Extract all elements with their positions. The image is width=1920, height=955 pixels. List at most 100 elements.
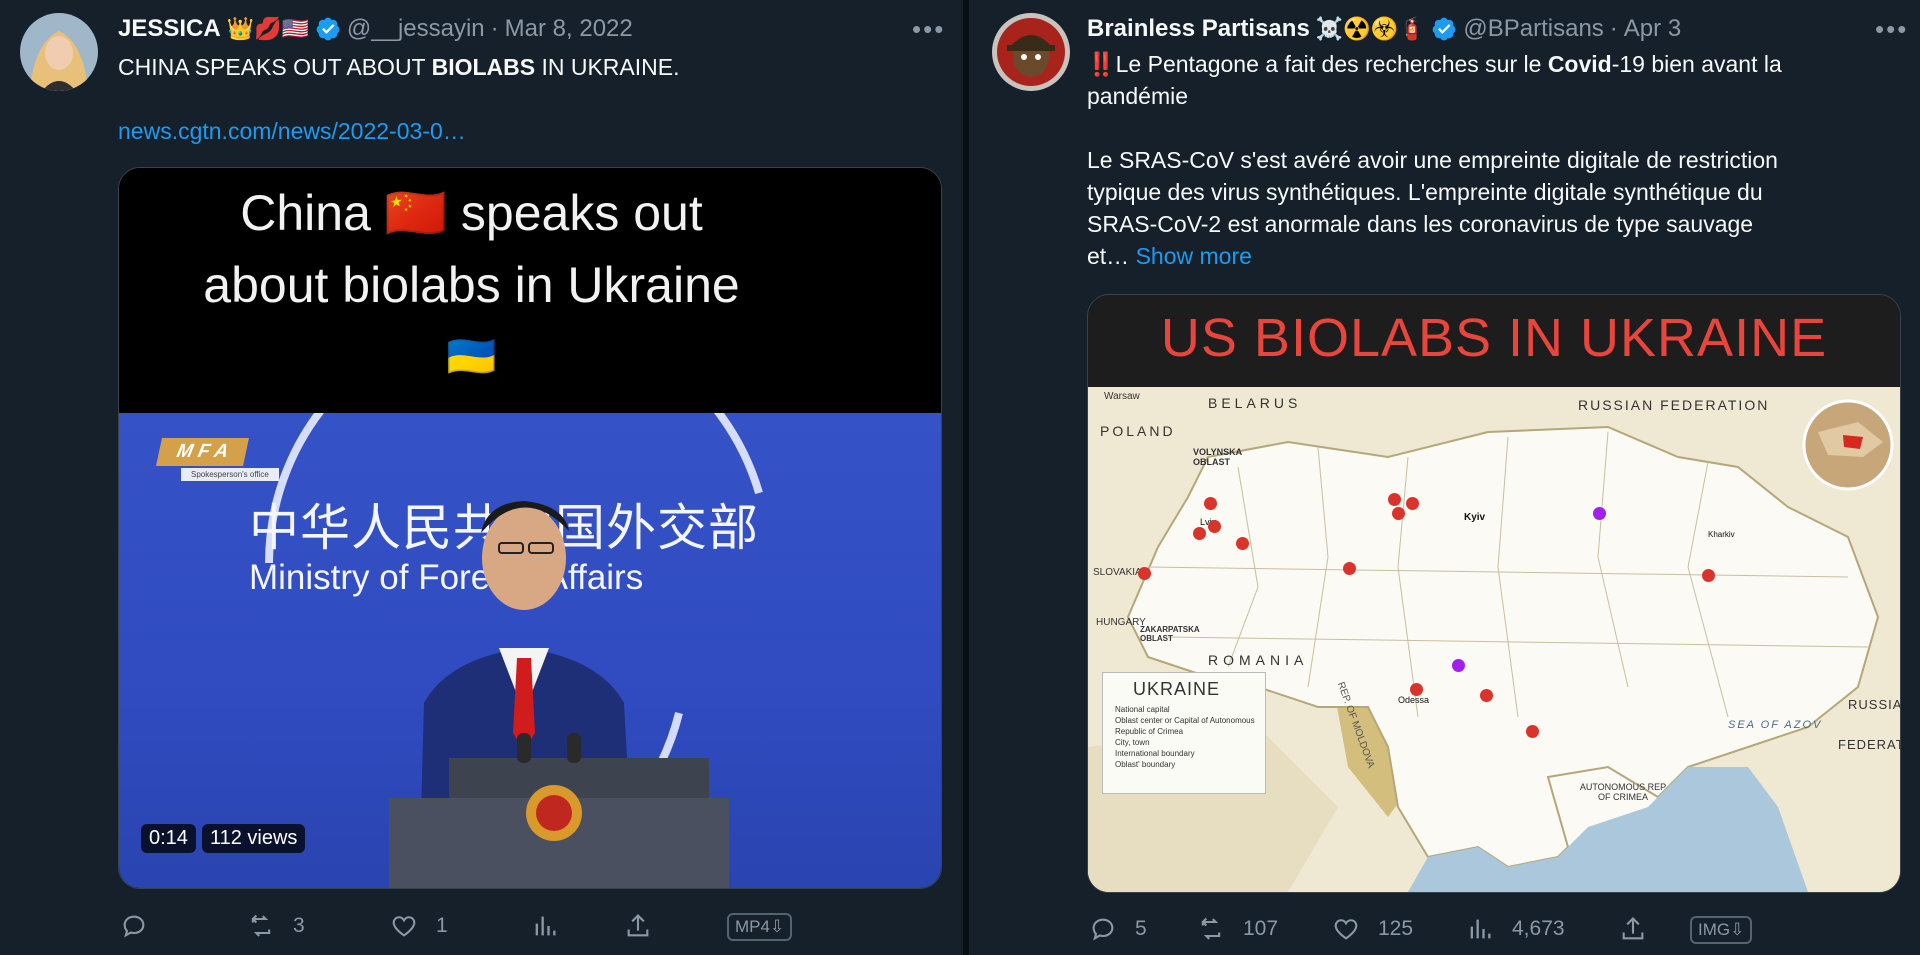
tweet-header: JESSICA 👑💋🇺🇸 @__jessayin · Mar 8, 2022 [118, 14, 633, 44]
tweet-text-bold: BIOLABS [431, 54, 536, 80]
map-title: US BIOLABS IN UKRAINE [1160, 308, 1828, 368]
author-handle[interactable]: @BPartisans [1463, 14, 1603, 44]
video-frame: M F A Spokesperson's office 中华人民共和国外交部 M… [119, 413, 941, 888]
author-name[interactable]: Brainless Partisans [1087, 14, 1310, 44]
views-button[interactable] [531, 912, 577, 940]
tweet-brainless-partisans[interactable]: Brainless Partisans ☠️☢️☣️🧯 @BPartisans … [969, 0, 1920, 955]
video-caption-area: China 🇨🇳 speaks out about biolabs in Ukr… [119, 168, 941, 413]
map-image[interactable]: US BIOLABS IN UKRAINE Warsaw POLAND BELA… [1087, 294, 1901, 893]
legend-item: National capital [1115, 705, 1170, 714]
map-title-bar: US BIOLABS IN UKRAINE [1088, 295, 1900, 387]
author-handle[interactable]: @__jessayin [347, 14, 485, 44]
tweet-date[interactable]: Apr 3 [1624, 14, 1681, 44]
biolab-marker [1138, 567, 1151, 580]
video-caption-line2: about biolabs in Ukraine [203, 257, 740, 313]
avatar[interactable] [20, 13, 98, 91]
verified-badge-icon[interactable] [315, 16, 341, 42]
analytics-icon [535, 916, 556, 936]
retweet-icon [1201, 917, 1221, 940]
map-label-romania: ROMANIA [1208, 652, 1309, 668]
share-icon [1622, 917, 1644, 940]
map-label-kharkiv: Kharkiv [1708, 530, 1735, 539]
reply-icon [1092, 918, 1114, 941]
video-player[interactable]: China 🇨🇳 speaks out about biolabs in Ukr… [118, 167, 942, 889]
retweet-count: 3 [293, 914, 305, 937]
map-area: Warsaw POLAND BELARUS RUSSIAN FEDERATION… [1088, 387, 1900, 892]
map-label-sea-azov: SEA OF AZOV [1728, 719, 1823, 731]
author-emojis: 👑💋🇺🇸 [226, 16, 309, 41]
author-name[interactable]: JESSICA [118, 14, 221, 44]
biolab-marker-alt [1452, 659, 1465, 672]
map-label-kyiv: Kyiv [1464, 512, 1486, 523]
video-duration: 0:14 [141, 824, 196, 853]
map-label-belarus: BELARUS [1208, 395, 1302, 411]
tweet-line3: Le SRAS-CoV s'est avéré avoir une emprei… [1087, 147, 1778, 173]
map-label-hungary: HUNGARY [1096, 617, 1146, 628]
biolab-marker-alt [1593, 507, 1606, 520]
tweet-line6: et… Show more [1087, 240, 1887, 272]
map-label-zakarpatska: ZAKARPATSKA OBLAST [1140, 625, 1200, 643]
speaker-figure [389, 501, 729, 888]
tweet-line6-text: et… [1087, 243, 1130, 269]
verified-badge-icon[interactable] [1431, 16, 1457, 42]
heart-icon [392, 916, 416, 937]
biolab-marker [1702, 569, 1715, 582]
views-count: 4,673 [1512, 917, 1565, 940]
legend-item: Oblast center or Capital of Autonomous R… [1115, 716, 1255, 736]
avatar[interactable] [992, 13, 1070, 91]
legend-item: International boundary [1115, 749, 1195, 758]
show-more-link[interactable]: Show more [1136, 243, 1252, 269]
map-label-odesa: Odessa [1398, 695, 1430, 705]
map-label-warsaw: Warsaw [1104, 391, 1140, 402]
tweet-date[interactable]: Mar 8, 2022 [505, 14, 633, 44]
map-label-poland: POLAND [1100, 423, 1176, 439]
map-label-federation: FEDERATION [1838, 737, 1900, 752]
tweet-text: CHINA SPEAKS OUT ABOUT BIOLABS IN UKRAIN… [118, 51, 680, 83]
biolab-marker [1526, 725, 1539, 738]
retweet-button[interactable]: 107 [1197, 915, 1278, 943]
map-label-russia: RUSSIAN FEDERATION [1578, 397, 1770, 413]
views-button[interactable]: 4,673 [1466, 915, 1565, 943]
reply-button[interactable] [120, 912, 166, 940]
retweet-icon [251, 914, 271, 937]
tweet-line1-suffix: -19 bien avant la [1611, 51, 1782, 77]
tweet-line5: SRAS-CoV-2 est anormale dans les coronav… [1087, 211, 1754, 237]
like-button[interactable]: 125 [1332, 915, 1413, 943]
tweet-link[interactable]: news.cgtn.com/news/2022-03-0… [118, 115, 466, 147]
share-button[interactable] [624, 912, 652, 940]
biolab-marker [1208, 520, 1221, 533]
reply-button[interactable]: 5 [1089, 915, 1147, 943]
biolab-marker [1410, 683, 1423, 696]
biolab-marker [1343, 562, 1356, 575]
download-video-button[interactable]: MP4⇩ [727, 913, 793, 941]
ukraine-flag-icon: 🇺🇦 [446, 335, 497, 379]
video-overlay-info: 0:14 112 views [141, 824, 306, 853]
tweet-line4: typique des virus synthétiques. L'emprei… [1087, 179, 1763, 205]
map-label-volynska: VOLYNSKA OBLAST [1193, 447, 1242, 467]
tweet-text-prefix: CHINA SPEAKS OUT ABOUT [118, 54, 432, 80]
retweet-button[interactable]: 3 [247, 912, 305, 940]
biolab-marker [1193, 527, 1206, 540]
map-label-russian: RUSSIAN [1848, 697, 1900, 712]
share-icon [627, 914, 649, 937]
more-options-icon[interactable]: ••• [912, 14, 945, 45]
analytics-icon [1470, 919, 1491, 939]
like-count: 1 [436, 914, 448, 937]
tweet-jessica[interactable]: JESSICA 👑💋🇺🇸 @__jessayin · Mar 8, 2022 •… [0, 0, 963, 955]
tweet-line1-bold: Covid [1547, 51, 1612, 77]
download-image-button[interactable]: IMG⇩ [1690, 916, 1753, 944]
share-button[interactable] [1619, 915, 1647, 943]
map-label-crimea: AUTONOMOUS REP OF CRIMEA [1579, 782, 1667, 802]
reply-icon [123, 915, 145, 938]
retweet-count: 107 [1243, 917, 1279, 940]
more-options-icon[interactable]: ••• [1875, 14, 1908, 45]
separator: · [490, 15, 499, 42]
heart-icon [1334, 919, 1358, 940]
like-button[interactable]: 1 [390, 912, 448, 940]
biolab-marker [1204, 497, 1217, 510]
legend-title: UKRAINE [1133, 679, 1221, 699]
tweet-line1: ‼️Le Pentagone a fait des recherches sur… [1087, 48, 1887, 80]
reply-count: 5 [1135, 917, 1147, 940]
tweet-line1-prefix: ‼️Le Pentagone a fait des recherches sur… [1087, 51, 1548, 77]
biolab-marker [1480, 689, 1493, 702]
